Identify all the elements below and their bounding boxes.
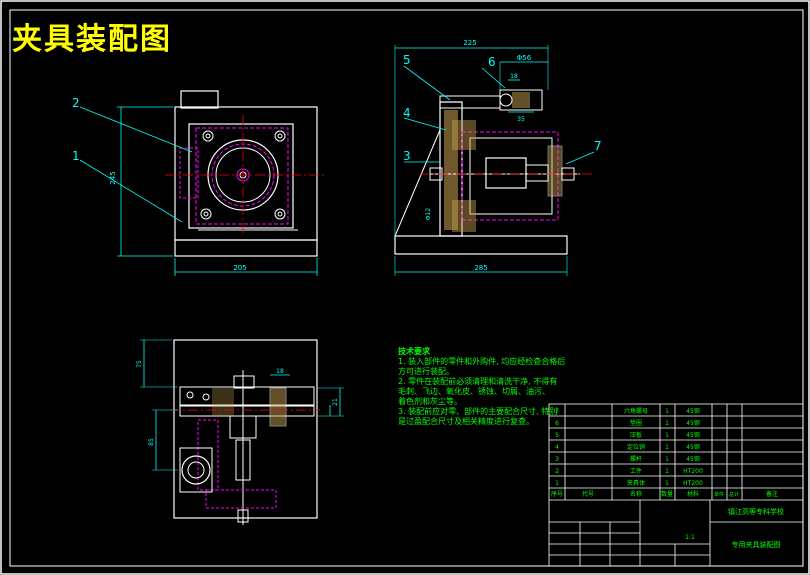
bom-cell-mat: 45钢: [686, 419, 700, 427]
bom-cell-qty: 1: [665, 420, 669, 427]
page-title: 夹具装配图: [12, 22, 172, 57]
side-view: [394, 45, 595, 276]
assembly-drawing: 205 245 2 1 225 Φ56 18 35 285 Φ12 5 4 3 …: [0, 0, 810, 575]
drawing-name: 专用夹具装配图: [732, 540, 781, 549]
bom-cell-qty: 1: [665, 444, 669, 451]
bom-cell-mat: 45钢: [686, 443, 700, 451]
dim-top-detail: Φ56: [517, 54, 532, 62]
bom-header-unit: 单件: [714, 491, 724, 498]
bom-cell-qty: 1: [665, 468, 669, 475]
notes-line: 3. 装配前应对零、部件的主要配合尺寸, 特别: [398, 407, 558, 416]
bom-cell-qty: 1: [665, 480, 669, 487]
top-view: [140, 339, 344, 525]
bom-cell-name: 工件: [630, 467, 642, 475]
dim-side-width: 285: [474, 264, 487, 272]
bom-header-total: 总计: [729, 491, 739, 498]
bom-cell-name: 六角螺母: [624, 407, 648, 415]
bom-cell-mat: 45钢: [686, 455, 700, 463]
callout-3: 3: [403, 149, 411, 163]
bom-cell-no: 1: [555, 480, 559, 487]
bom-header-no: 序号: [551, 490, 563, 498]
bom-cell-qty: 1: [665, 408, 669, 415]
drawing-canvas: 205 245 2 1 225 Φ56 18 35 285 Φ12 5 4 3 …: [0, 0, 810, 575]
bom-cell-mat: HT200: [683, 468, 703, 475]
bom-header-qty: 数量: [661, 490, 673, 498]
bom-header-code: 代号: [582, 490, 594, 498]
callout-6: 6: [488, 55, 496, 69]
dim-bottom-21: 21: [332, 398, 339, 406]
dim-35: 35: [517, 116, 525, 123]
school-name: 镇江高等专科学校: [728, 507, 784, 516]
bom-header-mat: 材料: [687, 490, 699, 498]
bom-cell-qty: 1: [665, 432, 669, 439]
notes-line: 1. 装入部件的零件和外购件, 均应经检查合格后: [398, 357, 566, 366]
notes-line: 方可进行装配。: [398, 367, 454, 376]
dim-bottom-18: 18: [276, 368, 284, 375]
bom-cell-no: 4: [555, 444, 559, 451]
callout-1: 1: [72, 149, 80, 163]
dim-front-width: 205: [233, 264, 246, 272]
dim-18: 18: [510, 73, 518, 80]
dim-phi12: Φ12: [425, 208, 432, 221]
bom-header-remark: 备注: [766, 490, 778, 498]
bom-cell-name: 定位销: [627, 443, 645, 451]
dim-front-height: 245: [109, 171, 117, 184]
technical-notes: 技术要求 1. 装入部件的零件和外购件, 均应经检查合格后 方可进行装配。 2.…: [398, 347, 565, 427]
drawing-scale: 1:1: [685, 534, 695, 541]
bom-cell-no: 3: [555, 456, 559, 463]
bom-cell-name: 夹具体: [627, 479, 645, 487]
bom-cell-no: 2: [555, 468, 559, 475]
notes-line: 2. 零件在装配前必须清理和清洗干净, 不得有: [398, 377, 558, 386]
dim-bottom-85: 85: [148, 438, 155, 446]
bom-cell-mat: HT200: [683, 480, 703, 487]
notes-line: 毛刺、飞边、氧化皮、锈蚀、切屑、油污、: [398, 387, 550, 396]
callout-4: 4: [403, 106, 411, 120]
callout-5: 5: [403, 53, 411, 67]
bom-cell-no: 5: [555, 432, 559, 439]
callout-2: 2: [72, 96, 80, 110]
dim-top-overall: 225: [463, 39, 476, 47]
bom-cell-name: 螺杆: [630, 455, 642, 463]
dim-bottom-75: 75: [136, 360, 143, 368]
notes-heading: 技术要求: [398, 347, 430, 356]
notes-line: 着色剂和灰尘等。: [398, 397, 462, 406]
bom-cell-name: 压板: [630, 431, 642, 439]
bom-cell-qty: 1: [665, 456, 669, 463]
bom-header-name: 名称: [630, 490, 642, 498]
bom-table: 7 六角螺母 1 45钢6 垫圈 1 45钢5 压板 1 45钢4 定位销 1 45钢3 螺杆 1 45钢2 工…: [555, 407, 703, 487]
bom-cell-mat: 45钢: [686, 407, 700, 415]
bom-cell-name: 垫圈: [630, 419, 642, 427]
bom-cell-mat: 45钢: [686, 431, 700, 439]
notes-line: 是过盈配合尺寸及相关精度进行复查。: [398, 417, 534, 426]
callout-7: 7: [594, 139, 602, 153]
